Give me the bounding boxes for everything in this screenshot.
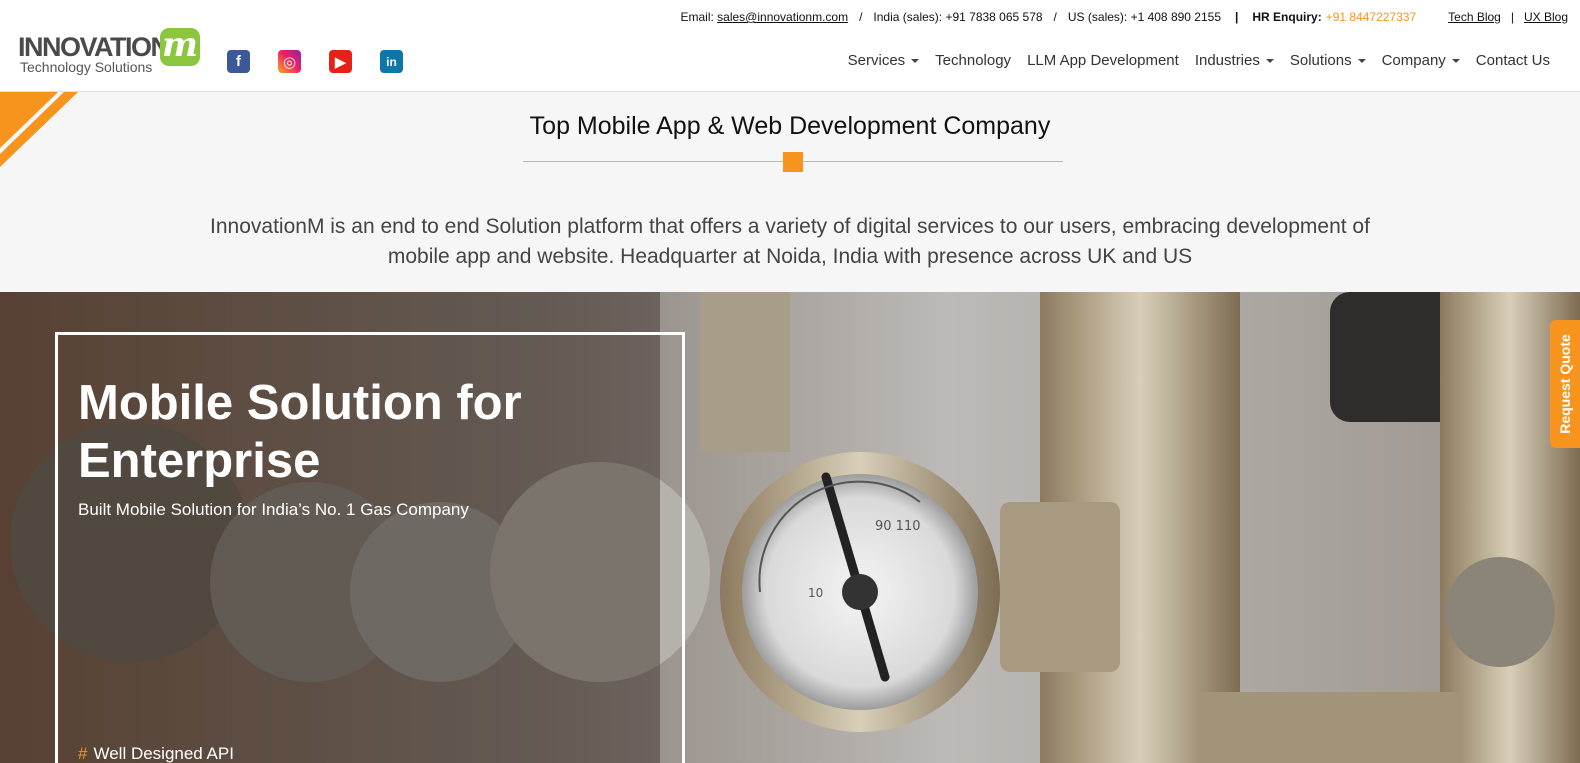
- india-sales-phone: India (sales): +91 7838 065 578: [873, 10, 1043, 24]
- separator: |: [1510, 10, 1514, 24]
- hr-enquiry-phone[interactable]: +91 8447227337: [1326, 10, 1416, 24]
- hero-feature-item: # Well Designed API: [78, 744, 234, 763]
- site-header: Email: sales@innovationm.com / India (sa…: [0, 0, 1580, 92]
- us-sales-phone: US (sales): +1 408 890 2155: [1067, 10, 1221, 24]
- caret-down-icon: [911, 58, 920, 63]
- facebook-icon[interactable]: f: [227, 50, 250, 73]
- nav-solutions-label: Solutions: [1289, 52, 1352, 69]
- email-link[interactable]: sales@innovationm.com: [717, 10, 848, 24]
- request-quote-label: Request Quote: [1557, 334, 1574, 434]
- hash-icon: #: [78, 744, 88, 763]
- youtube-icon[interactable]: ▶: [329, 50, 352, 73]
- intro-heading: Top Mobile App & Web Development Company: [529, 112, 1051, 140]
- hr-enquiry-label: HR Enquiry:: [1252, 10, 1322, 24]
- intro-section: Top Mobile App & Web Development Company…: [0, 92, 1580, 292]
- contact-topbar: Email: sales@innovationm.com / India (sa…: [680, 9, 1568, 25]
- logo-m-mark: m: [160, 28, 200, 66]
- nav-company-label: Company: [1381, 52, 1446, 69]
- caret-down-icon: [1357, 58, 1366, 63]
- separator: |: [1235, 10, 1239, 24]
- nav-industries-label: Industries: [1194, 52, 1260, 69]
- separator: /: [1053, 10, 1057, 24]
- nav-llm-label: LLM App Development: [1027, 52, 1179, 69]
- hero-feature-text: Well Designed API: [93, 744, 234, 763]
- nav-services[interactable]: Services: [848, 52, 920, 69]
- nav-solutions[interactable]: Solutions: [1290, 52, 1366, 69]
- linkedin-icon[interactable]: in: [380, 50, 403, 73]
- nav-technology-label: Technology: [935, 52, 1012, 69]
- nav-company[interactable]: Company: [1382, 52, 1460, 69]
- tech-blog-link[interactable]: Tech Blog: [1448, 10, 1501, 24]
- nav-llm-app-development[interactable]: LLM App Development: [1027, 52, 1179, 69]
- hero-slider: 90 110 10 Mobile Solution for Enterprise…: [0, 292, 1580, 763]
- nav-contact-us[interactable]: Contact Us: [1476, 52, 1550, 69]
- nav-technology[interactable]: Technology: [935, 52, 1011, 69]
- nav-services-label: Services: [847, 52, 906, 69]
- svg-text:10: 10: [808, 586, 823, 600]
- separator: /: [859, 10, 863, 24]
- main-nav: Services Technology LLM App Development …: [832, 52, 1550, 69]
- ux-blog-link[interactable]: UX Blog: [1524, 10, 1568, 24]
- social-links: f ◎ ▶ in: [227, 50, 403, 73]
- instagram-icon[interactable]: ◎: [278, 50, 301, 73]
- email-label: Email:: [680, 10, 714, 24]
- hero-subtitle: Built Mobile Solution for India’s No. 1 …: [78, 500, 469, 519]
- divider-square: [783, 152, 803, 172]
- intro-description: InnovationM is an end to end Solution pl…: [210, 215, 1370, 268]
- nav-contact-label: Contact Us: [1475, 52, 1550, 69]
- logo-tagline: Technology Solutions: [20, 59, 153, 75]
- svg-text:90 110: 90 110: [875, 519, 921, 534]
- request-quote-tab[interactable]: Request Quote: [1550, 320, 1580, 448]
- innovationm-logo[interactable]: INNOVATION m Technology Solutions: [18, 28, 202, 80]
- hero-title: Mobile Solution for Enterprise: [78, 376, 522, 488]
- caret-down-icon: [1451, 58, 1460, 63]
- nav-industries[interactable]: Industries: [1195, 52, 1274, 69]
- caret-down-icon: [1265, 58, 1274, 63]
